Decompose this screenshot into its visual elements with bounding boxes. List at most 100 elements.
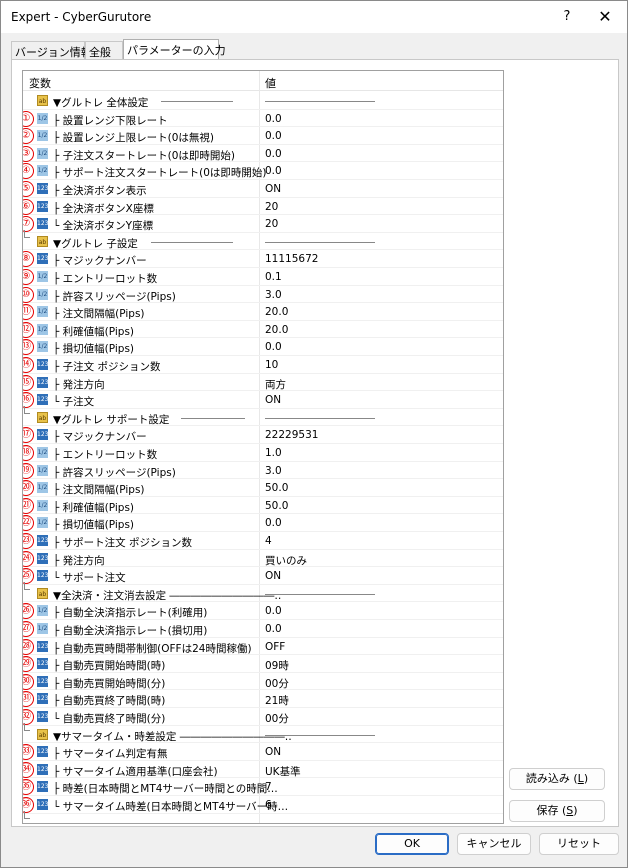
parameter-value[interactable]: 0.0 — [265, 623, 282, 635]
integer-type-icon: 123 — [37, 535, 49, 546]
save-button[interactable]: 保存 (S) — [509, 800, 605, 822]
parameter-row[interactable]: ㉛ 123 ├ 自動売買終了時間(時) 21時 — [23, 690, 503, 708]
parameter-value[interactable]: ON — [265, 570, 281, 582]
double-type-icon: 1/2 — [37, 112, 48, 124]
parameter-row[interactable]: ⑫ 1/2 ├ 利確値幅(Pips) 20.0 — [23, 321, 503, 339]
parameter-name: ├ 注文間隔幅(Pips) — [53, 484, 145, 497]
row-number-badge: ㉞ — [23, 761, 34, 778]
parameter-value[interactable]: 10 — [265, 359, 278, 371]
parameter-row[interactable]: ㉚ 123 ├ 自動売買開始時間(分) 00分 — [23, 673, 503, 691]
parameter-value[interactable]: 0.0 — [265, 113, 282, 125]
ok-button[interactable]: OK — [375, 833, 449, 855]
parameter-row[interactable]: ⑩ 1/2 ├ 許容スリッページ(Pips) 3.0 — [23, 286, 503, 304]
parameter-row[interactable]: ㉙ 123 ├ 自動売買開始時間(時) 09時 — [23, 655, 503, 673]
parameter-row[interactable]: ㉖ 1/2 ├ 自動全決済指示レート(利確用) 0.0 — [23, 602, 503, 620]
parameter-row[interactable]: ㉒ 1/2 ├ 損切値幅(Pips) 0.0 — [23, 514, 503, 532]
parameter-value[interactable]: 0.0 — [265, 165, 282, 177]
parameter-value[interactable]: 3.0 — [265, 289, 282, 301]
parameter-value[interactable]: 0.1 — [265, 271, 282, 283]
parameter-value[interactable]: 7 — [265, 781, 272, 793]
help-button[interactable]: ? — [557, 7, 577, 27]
parameter-value[interactable]: 20.0 — [265, 324, 288, 336]
parameter-value[interactable]: 21時 — [265, 693, 289, 708]
parameter-value[interactable]: 両方 — [265, 377, 286, 392]
parameter-value[interactable]: 00分 — [265, 711, 289, 726]
double-type-icon: 1/2 — [37, 165, 48, 177]
parameter-value[interactable]: 0.0 — [265, 341, 282, 353]
parameter-row[interactable]: ⑭ 123 ├ 子注文 ポジション数 10 — [23, 356, 503, 374]
parameter-value[interactable]: ON — [265, 394, 281, 406]
parameter-row[interactable]: ㉓ 123 ├ サポート注文 ポジション数 4 — [23, 532, 503, 550]
parameter-row[interactable]: ⑬ 1/2 ├ 損切値幅(Pips) 0.0 — [23, 338, 503, 356]
parameter-row[interactable]: ⑱ 1/2 ├ エントリーロット数 1.0 — [23, 444, 503, 462]
parameter-row[interactable]: ㉞ 123 ├ サマータイム適用基準(口座会社) UK基準 — [23, 761, 503, 779]
parameter-value[interactable]: 20.0 — [265, 306, 288, 318]
parameter-row[interactable]: ⑰ 123 ├ マジックナンバー 22229531 — [23, 426, 503, 444]
parameter-value[interactable]: 3.0 — [265, 465, 282, 477]
parameter-row[interactable]: ⑮ 123 ├ 発注方向 両方 — [23, 374, 503, 392]
parameter-value[interactable]: 20 — [265, 218, 278, 230]
parameter-value[interactable]: 0.0 — [265, 130, 282, 142]
tab-1[interactable]: 全般 — [85, 41, 123, 59]
parameter-row[interactable]: ⑳ 1/2 ├ 注文間隔幅(Pips) 50.0 — [23, 479, 503, 497]
parameter-row[interactable]: ㉟ 123 ├ 時差(日本時間とMT4サーバー時間との時間… 7 — [23, 778, 503, 796]
parameter-row[interactable]: ㊱ 123 └ サマータイム時差(日本時間とMT4サーバー時… 6 — [23, 796, 503, 814]
group-header-row[interactable]: ab ▼グルトレ 子設定 — [23, 229, 503, 251]
parameter-value[interactable]: 0.0 — [265, 517, 282, 529]
parameter-row[interactable]: ⑲ 1/2 ├ 許容スリッページ(Pips) 3.0 — [23, 462, 503, 480]
group-header-row[interactable]: ab ▼全決済・注文消去設定 ――――――――――‥ — [23, 581, 503, 603]
parameter-value[interactable]: 11115672 — [265, 253, 318, 265]
parameter-name: ├ 設置レンジ下限レート — [53, 114, 168, 127]
close-button[interactable]: ✕ — [595, 7, 615, 27]
parameter-value[interactable]: 0.0 — [265, 605, 282, 617]
parameter-row[interactable]: ㉗ 1/2 ├ 自動全決済指示レート(損切用) 0.0 — [23, 620, 503, 638]
parameter-value[interactable]: 買いのみ — [265, 553, 307, 568]
parameter-name: ├ 損切値幅(Pips) — [53, 343, 135, 356]
parameter-row[interactable]: ㉜ 123 └ 自動売買終了時間(分) 00分 — [23, 708, 503, 726]
parameter-row[interactable]: ⑦ 123 └ 全決済ボタンY座標 20 — [23, 215, 503, 233]
parameter-row[interactable]: ㉕ 123 └ サポート注文 ON — [23, 567, 503, 585]
parameter-value[interactable]: 20 — [265, 201, 278, 213]
tab-0[interactable]: バージョン情報 — [11, 41, 92, 59]
parameter-value[interactable]: 22229531 — [265, 429, 318, 441]
group-header-row[interactable]: ab ▼グルトレ サポート設定 — [23, 405, 503, 427]
parameter-value[interactable]: 0.0 — [265, 148, 282, 160]
parameter-row[interactable]: ㉝ 123 ├ サマータイム判定有無 ON — [23, 743, 503, 761]
parameter-value[interactable]: 00分 — [265, 676, 289, 691]
parameter-row[interactable]: ② 1/2 ├ 設置レンジ上限レート(0は無視) 0.0 — [23, 127, 503, 145]
parameter-row[interactable]: ㉔ 123 ├ 発注方向 買いのみ — [23, 550, 503, 568]
group-header-row[interactable]: ab ▼グルトレ 全体設定 — [23, 92, 503, 110]
tab-2[interactable]: パラメーターの入力 — [123, 39, 226, 61]
parameter-value[interactable]: 50.0 — [265, 482, 288, 494]
parameter-value[interactable]: OFF — [265, 641, 285, 653]
integer-type-icon: 123 — [37, 376, 49, 388]
parameter-row[interactable]: ㉑ 1/2 ├ 利確値幅(Pips) 50.0 — [23, 497, 503, 515]
row-number-badge: ④ — [23, 163, 34, 180]
parameter-value[interactable]: ON — [265, 746, 281, 758]
parameter-row[interactable]: ⑪ 1/2 ├ 注文間隔幅(Pips) 20.0 — [23, 303, 503, 321]
integer-type-icon: 123 — [37, 200, 49, 212]
parameter-row[interactable]: ⑯ 123 └ 子注文 ON — [23, 391, 503, 409]
group-header-row[interactable]: ab ▼サマータイム・時差設定 ――――――――――‥ — [23, 722, 503, 744]
parameter-value[interactable]: 6 — [265, 799, 272, 811]
cancel-button[interactable]: キャンセル — [457, 833, 531, 855]
column-header-variable[interactable]: 変数 — [29, 75, 51, 91]
parameter-value[interactable]: 09時 — [265, 658, 289, 673]
parameter-row[interactable]: ① 1/2 ├ 設置レンジ下限レート 0.0 — [23, 110, 503, 128]
column-header-value[interactable]: 値 — [265, 75, 276, 91]
parameter-value[interactable]: 1.0 — [265, 447, 282, 459]
parameter-value[interactable]: 4 — [265, 535, 272, 547]
parameter-row[interactable]: ⑧ 123 ├ マジックナンバー 11115672 — [23, 250, 503, 268]
parameter-row[interactable]: ③ 1/2 ├ 子注文スタートレート(0は即時開始) 0.0 — [23, 145, 503, 163]
parameter-row[interactable]: ④ 1/2 ├ サポート注文スタートレート(0は即時開始) 0.0 — [23, 162, 503, 180]
parameter-value[interactable]: 50.0 — [265, 500, 288, 512]
load-button[interactable]: 読み込み (L) — [509, 768, 605, 790]
parameter-grid[interactable]: 変数 値 ab ▼グルトレ 全体設定 ① 1/2 ├ 設置レンジ下限レート 0.0 ② 1/2… — [22, 70, 504, 824]
parameter-row[interactable]: ⑨ 1/2 ├ エントリーロット数 0.1 — [23, 268, 503, 286]
reset-button[interactable]: リセット — [539, 833, 619, 855]
parameter-value[interactable]: ON — [265, 183, 281, 195]
parameter-row[interactable]: ⑥ 123 ├ 全決済ボタンX座標 20 — [23, 198, 503, 216]
parameter-row[interactable]: ㉘ 123 ├ 自動売買時間帯制御(OFFは24時間稼働) OFF — [23, 638, 503, 656]
parameter-row[interactable]: ⑤ 123 ├ 全決済ボタン表示 ON — [23, 180, 503, 198]
parameter-value[interactable]: UK基準 — [265, 764, 301, 779]
